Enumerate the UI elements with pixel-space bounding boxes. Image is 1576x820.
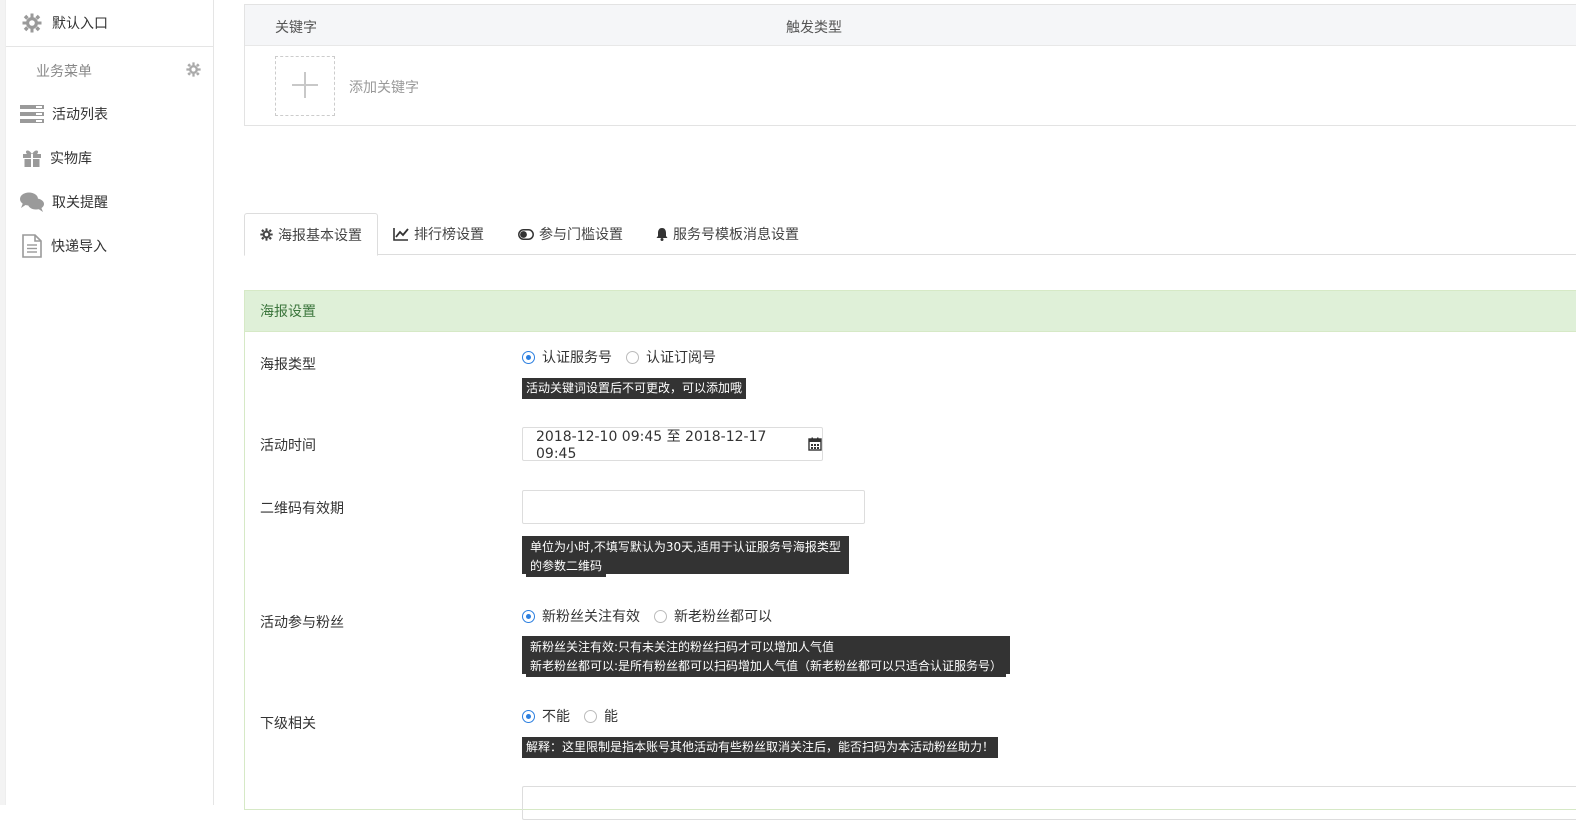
qr-validity-hint: 单位为小时,不填写默认为30天,适用于认证服务号海报类型 的参数二维码 [522,536,849,577]
tab-poster-basic-settings[interactable]: 海报基本设置 [244,213,378,256]
sidebar-item-label: 快递导入 [51,239,107,255]
activity-time-range-input[interactable]: 2018-12-10 09:45 至 2018-12-17 09:45 [522,427,823,462]
bell-icon [656,227,668,241]
calendar-icon[interactable] [808,437,822,451]
sidebar-group-label: 业务菜单 [36,64,92,80]
plus-icon [291,63,319,109]
fans-radio-new-and-old[interactable] [654,609,667,623]
sidebar-divider [6,46,214,47]
gear-icon [20,12,44,34]
sidebar-item-unfollow-reminder[interactable]: 取关提醒 [20,190,108,214]
gift-icon [20,147,44,169]
sidebar-item-label: 默认入口 [52,16,108,32]
sidebar-item-express-import[interactable]: 快递导入 [20,234,107,258]
radio-label[interactable]: 能 [604,706,618,726]
sidebar-item-item-library[interactable]: 实物库 [20,146,92,170]
fans-radio-new-only[interactable] [522,609,535,623]
hint-text: 新老粉丝都可以:是所有粉丝都可以扫码增加人气值（新老粉丝都可以只适合认证服务号） [526,656,1007,677]
toggle-icon [518,228,534,240]
radio-label[interactable]: 新粉丝关注有效 [542,606,640,626]
tab-label: 服务号模板消息设置 [673,227,799,243]
hint-line: 新老粉丝都可以:是所有粉丝都可以扫码增加人气值（新老粉丝都可以只适合认证服务号） [522,655,1011,677]
column-header-trigger-type: 触发类型 [786,20,842,36]
poster-type-radio-service[interactable] [522,350,535,364]
hint-line: 单位为小时,不填写默认为30天,适用于认证服务号海报类型 [522,536,849,558]
radio-label[interactable]: 不能 [542,706,570,726]
document-icon [20,234,44,258]
sidebar-item-default-entry[interactable]: 默认入口 [20,11,108,35]
sidebar-item-label: 实物库 [50,151,92,167]
tab-participation-threshold-settings[interactable]: 参与门槛设置 [503,213,638,255]
hint-text: 解释：这里限制是指本账号其他活动有些粉丝取消关注后，能否扫码为本活动粉丝助力！ [522,737,999,758]
hint-text: 新粉丝关注有效:只有未关注的粉丝扫码才可以增加人气值 [526,637,839,658]
participating-fans-label: 活动参与粉丝 [260,615,344,631]
hint-text: 的参数二维码 [526,556,607,577]
qr-validity-input[interactable] [522,490,865,524]
sidebar-item-label: 活动列表 [52,107,108,123]
gear-icon[interactable] [186,61,201,81]
poster-type-radio-group: 认证服务号 认证订阅号 [522,347,730,367]
sub-related-label: 下级相关 [260,716,316,732]
settings-tabs: 海报基本设置 排行榜设置 参与门槛设置 服务号模板消息设置 [244,213,1576,256]
sidebar-item-activity-list[interactable]: 活动列表 [20,102,108,126]
add-keyword-label[interactable]: 添加关键字 [349,77,419,97]
add-keyword-button[interactable] [275,56,335,116]
radio-label[interactable]: 新老粉丝都可以 [674,606,772,626]
poster-type-radio-subscription[interactable] [626,350,639,364]
activity-time-value: 2018-12-10 09:45 至 2018-12-17 09:45 [536,429,767,462]
tab-leaderboard-settings[interactable]: 排行榜设置 [378,213,499,255]
sub-related-radio-yes[interactable] [584,709,597,723]
activity-time-label: 活动时间 [260,438,316,454]
chat-icon [20,191,44,213]
sub-related-hint: 解释：这里限制是指本账号其他活动有些粉丝取消关注后，能否扫码为本活动粉丝助力！ [522,737,999,758]
column-header-keyword: 关键字 [275,20,317,36]
tab-label: 参与门槛设置 [539,227,623,243]
participating-fans-radio-group: 新粉丝关注有效 新老粉丝都可以 [522,606,786,626]
tab-label: 排行榜设置 [414,227,484,243]
panel-title: 海报设置 [245,291,1576,332]
line-chart-icon [393,227,409,241]
poster-type-hint: 活动关键词设置后不可更改，可以添加哦 [522,378,747,399]
qr-validity-label: 二维码有效期 [260,501,344,517]
sub-related-radio-group: 不能 能 [522,706,632,726]
keyword-table-header: 关键字 触发类型 [245,5,1576,46]
radio-label[interactable]: 认证订阅号 [646,347,716,367]
poster-settings-panel: 海报设置 [244,290,1576,810]
tab-service-template-message-settings[interactable]: 服务号模板消息设置 [641,213,814,255]
sidebar-item-label: 取关提醒 [52,195,108,211]
radio-label[interactable]: 认证服务号 [542,347,612,367]
sub-related-radio-no[interactable] [522,709,535,723]
sidebar: 默认入口 业务菜单 活动列表 实物库 取关提醒 快递导入 [5,0,214,805]
sidebar-group-header: 业务菜单 [36,60,201,82]
participating-fans-hint: 新粉丝关注有效:只有未关注的粉丝扫码才可以增加人气值 新老粉丝都可以:是所有粉丝… [522,636,1011,677]
hint-line: 新粉丝关注有效:只有未关注的粉丝扫码才可以增加人气值 [522,636,1011,658]
list-icon [20,103,44,125]
poster-type-label: 海报类型 [260,357,316,373]
gear-icon [260,228,273,241]
next-field-input[interactable] [522,786,1576,820]
tab-label: 海报基本设置 [278,227,362,244]
hint-text: 活动关键词设置后不可更改，可以添加哦 [522,378,747,399]
hint-text: 单位为小时,不填写默认为30天,适用于认证服务号海报类型 [526,537,845,558]
keyword-table: 关键字 触发类型 添加关键字 [244,4,1576,126]
